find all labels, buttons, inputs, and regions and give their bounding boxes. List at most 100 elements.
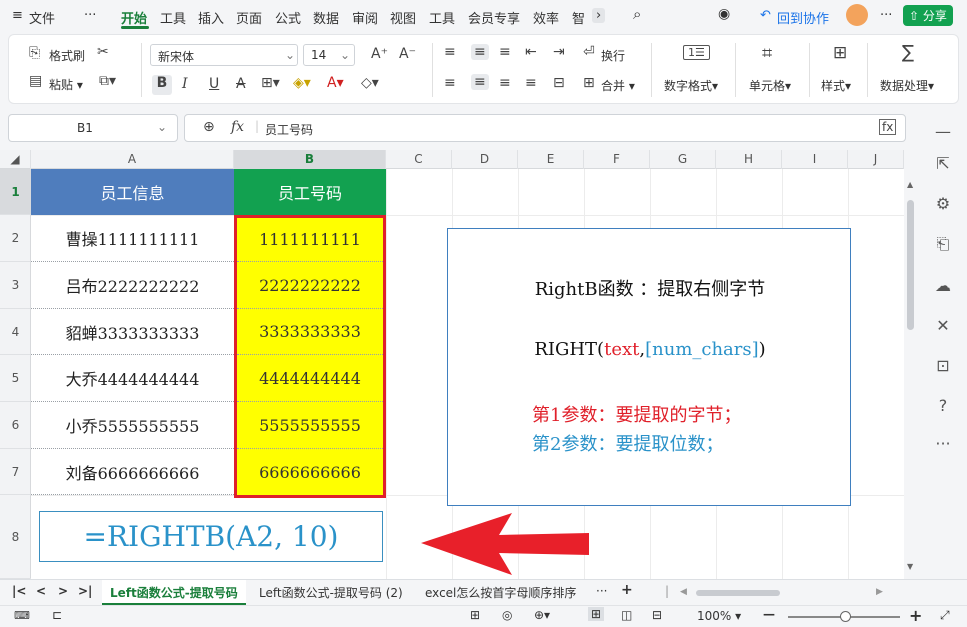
column-header-b[interactable]: B	[234, 150, 386, 169]
font-color-icon[interactable]: A▾	[327, 75, 344, 91]
strikethrough-button[interactable]: A	[236, 76, 246, 92]
paste-button[interactable]: 粘贴 ▾	[49, 76, 83, 93]
avatar[interactable]	[846, 4, 868, 26]
cell-b2[interactable]: 1111111111	[237, 218, 383, 262]
cell-a4[interactable]: 貂蝉3333333333	[31, 309, 234, 355]
row-header-3[interactable]: 3	[0, 262, 31, 309]
align-middle-icon[interactable]: ≡	[471, 44, 489, 60]
column-header-h[interactable]: H	[716, 150, 782, 169]
align-right-icon[interactable]: ≡	[499, 75, 511, 91]
fill-color-icon[interactable]: ◈▾	[293, 75, 311, 91]
underline-button[interactable]: U	[209, 76, 219, 92]
clear-format-icon[interactable]: ◇▾	[361, 75, 379, 91]
search-icon[interactable]: ⌕	[633, 5, 641, 23]
align-bottom-icon[interactable]: ≡	[499, 44, 511, 60]
indent-increase-icon[interactable]: ⇥	[553, 44, 565, 60]
cell-b6[interactable]: 5555555555	[237, 402, 383, 449]
column-header-d[interactable]: D	[452, 150, 518, 169]
more-icon[interactable]: ···	[932, 434, 954, 453]
cell-icon[interactable]: ⌗	[762, 43, 772, 64]
distribute-icon[interactable]: ⊟	[553, 75, 565, 91]
book-icon[interactable]: ⊡	[932, 356, 954, 375]
paste-icon[interactable]: ▤	[29, 73, 42, 89]
normal-view-icon[interactable]: ⊞	[588, 607, 605, 621]
sum-icon[interactable]: ∑	[902, 42, 914, 63]
tab-data[interactable]: 数据	[313, 8, 339, 27]
column-header-j[interactable]: J	[848, 150, 904, 169]
border-icon[interactable]: ⊞▾	[261, 75, 280, 91]
next-sheet-icon[interactable]: >	[58, 584, 68, 598]
row-header-5[interactable]: 5	[0, 355, 31, 402]
style-icon[interactable]: ⊞	[833, 43, 847, 63]
format-painter-button[interactable]: 格式刷	[49, 47, 85, 64]
scroll-up-icon[interactable]: ▲	[907, 180, 913, 189]
macro-icon[interactable]: ⌨	[14, 609, 30, 622]
header-cell-employee-id[interactable]: 员工号码	[234, 169, 386, 215]
column-header-g[interactable]: G	[650, 150, 716, 169]
row-header-2[interactable]: 2	[0, 215, 31, 262]
merge-button[interactable]: 合并 ▾	[601, 77, 635, 94]
last-sheet-icon[interactable]: >|	[78, 584, 92, 598]
cell-a7[interactable]: 刘备6666666666	[31, 449, 234, 495]
cell-b5[interactable]: 4444444444	[237, 355, 383, 402]
font-shrink-icon[interactable]: A⁻	[399, 46, 416, 62]
formula-input[interactable]: ⊕ fx | 员工号码 fx	[184, 114, 906, 142]
copy-icon[interactable]: ⧉▾	[99, 73, 116, 89]
more-users-icon[interactable]: ···	[880, 8, 892, 23]
zoom-in-button[interactable]: +	[909, 606, 922, 625]
tab-formula[interactable]: 公式	[275, 8, 301, 27]
font-size-select[interactable]: 14 ⌄	[303, 44, 355, 66]
cell-b7[interactable]: 6666666666	[237, 449, 383, 495]
scrollbar-thumb[interactable]	[907, 200, 914, 330]
name-box[interactable]: B1 ⌄	[8, 114, 178, 142]
prev-sheet-icon[interactable]: <	[36, 584, 46, 598]
align-left-icon[interactable]: ≡	[444, 75, 456, 91]
adjust-icon[interactable]: ⚙	[932, 194, 954, 213]
indent-decrease-icon[interactable]: ⇤	[525, 44, 537, 60]
share-button[interactable]: ⇧ 分享	[903, 5, 953, 26]
column-header-i[interactable]: I	[782, 150, 848, 169]
select-pointer-icon[interactable]: ⇱	[932, 154, 954, 173]
cell-a3[interactable]: 吕布2222222222	[31, 262, 234, 309]
tab-home[interactable]: 开始	[121, 8, 147, 27]
number-format-button[interactable]: 数字格式▾	[664, 77, 718, 94]
expand-formula-icon[interactable]: fx	[879, 119, 897, 135]
align-top-icon[interactable]: ≡	[444, 44, 456, 60]
horizontal-scrollbar-thumb[interactable]	[696, 590, 780, 596]
zoom-out-button[interactable]: —	[763, 607, 775, 621]
tab-page[interactable]: 页面	[236, 8, 262, 27]
column-header-e[interactable]: E	[518, 150, 584, 169]
select-all-corner[interactable]: ◢	[0, 150, 31, 169]
cell-button[interactable]: 单元格▾	[749, 77, 791, 94]
main-menu-icon[interactable]: ≡	[12, 8, 23, 23]
tab-tools[interactable]: 工具	[160, 8, 186, 27]
row-header-6[interactable]: 6	[0, 402, 31, 449]
sheet-tab-3[interactable]: excel怎么按首字母顺序排序	[425, 584, 576, 601]
scroll-left-icon[interactable]: ◀	[680, 587, 687, 597]
tab-view[interactable]: 视图	[390, 8, 416, 27]
more-menu[interactable]: ···	[84, 8, 96, 23]
row-header-1[interactable]: 1	[0, 169, 31, 215]
locate-icon[interactable]: ⊕▾	[534, 608, 550, 622]
justify-icon[interactable]: ≡	[525, 75, 537, 91]
file-menu[interactable]: 文件	[29, 8, 55, 27]
row-header-7[interactable]: 7	[0, 449, 31, 495]
merge-icon[interactable]: ⊞	[583, 75, 595, 91]
scroll-down-icon[interactable]: ▼	[907, 562, 913, 571]
font-grow-icon[interactable]: A⁺	[371, 46, 388, 62]
wrap-text-icon[interactable]: ⏎	[583, 44, 595, 60]
fx-icon[interactable]: fx	[231, 119, 244, 135]
more-sheets-button[interactable]: ···	[596, 584, 607, 598]
add-sheet-button[interactable]: +	[621, 582, 633, 598]
zoom-icon[interactable]: ⊕	[203, 119, 215, 135]
sheet-tab-2[interactable]: Left函数公式-提取号码 (2)	[259, 584, 403, 601]
align-center-icon[interactable]: ≡	[471, 74, 489, 90]
fullscreen-icon[interactable]: ⤢	[940, 608, 950, 623]
column-header-c[interactable]: C	[386, 150, 452, 169]
tab-efficiency[interactable]: 效率	[533, 8, 559, 27]
column-header-a[interactable]: A	[31, 150, 234, 169]
page-view-icon[interactable]: ◫	[621, 608, 632, 622]
wrap-text-button[interactable]: 换行	[601, 47, 625, 64]
chevron-right-icon[interactable]: ›	[592, 8, 606, 23]
tab-member[interactable]: 会员专享	[468, 8, 520, 27]
